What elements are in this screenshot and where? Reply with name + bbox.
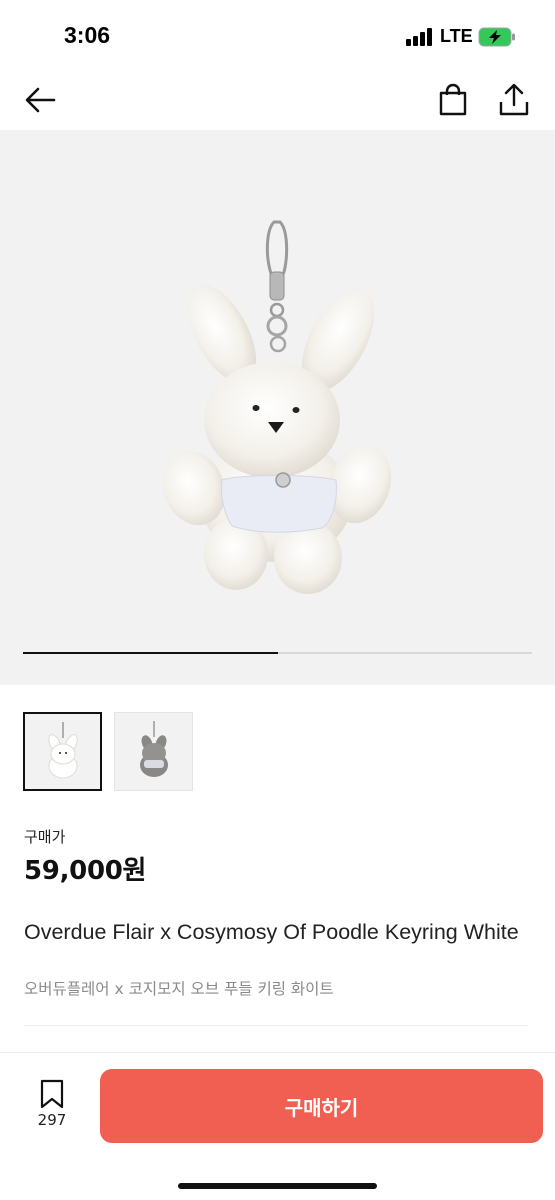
status-time: 3:06	[64, 22, 111, 48]
thumbnail-gray[interactable]	[114, 712, 193, 791]
price-value: 59,000원	[24, 856, 147, 886]
gallery-progress	[23, 652, 532, 654]
battery-charging-icon	[478, 27, 515, 47]
price-label: 구매가	[24, 828, 66, 846]
thumbnail-white[interactable]	[23, 712, 102, 791]
home-indicator	[178, 1183, 377, 1189]
wishlist-count: 297	[37, 1111, 67, 1129]
product-name-english: Overdue Flair x Cosymosy Of Poodle Keyri…	[24, 920, 519, 944]
bookmark-icon	[40, 1079, 64, 1109]
bottom-action-bar: 297 구매하기	[0, 1052, 555, 1200]
bunny-keyring-image	[162, 220, 392, 594]
thumbnail-gray-image	[140, 721, 168, 777]
product-name-korean: 오버듀플레어 x 코지모지 오브 푸들 키링 화이트	[24, 980, 334, 998]
gallery-progress-fill	[23, 652, 278, 654]
signal-icon	[406, 28, 434, 46]
wishlist-button[interactable]: 297	[26, 1075, 78, 1135]
back-arrow-icon[interactable]	[22, 82, 58, 118]
thumbnail-white-image	[48, 722, 78, 779]
status-bar: 3:06 LTE	[0, 0, 555, 72]
divider	[24, 1025, 528, 1026]
top-nav	[0, 72, 555, 130]
network-type: LTE	[440, 26, 473, 46]
shopping-bag-icon[interactable]	[435, 82, 471, 118]
product-image-gallery[interactable]	[0, 130, 555, 685]
buy-button[interactable]: 구매하기	[100, 1069, 543, 1143]
share-icon[interactable]	[496, 82, 532, 118]
